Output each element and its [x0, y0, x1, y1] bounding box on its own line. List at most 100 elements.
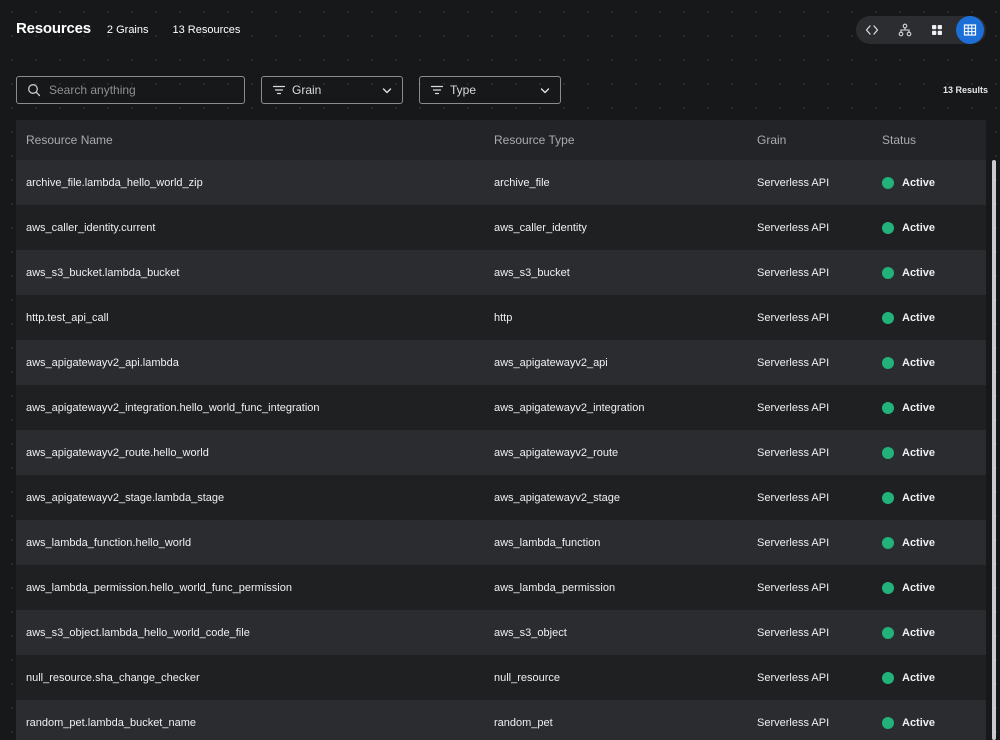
status-dot-icon: [882, 266, 894, 279]
status-dot-icon: [882, 401, 894, 414]
status-cell: Active: [882, 356, 972, 369]
table-row[interactable]: aws_lambda_permission.hello_world_func_p…: [16, 565, 986, 610]
status-badge: Active: [902, 491, 936, 504]
grain-cell: Serverless API: [757, 446, 830, 459]
status-dot-icon: [882, 671, 894, 684]
status-cell: Active: [882, 581, 972, 594]
chevron-down-icon: [382, 88, 392, 94]
status-dot-icon: [882, 176, 894, 189]
table-row[interactable]: aws_apigatewayv2_route.hello_world aws_ap…: [16, 430, 986, 475]
search-box[interactable]: [16, 76, 245, 104]
resource-name-cell: archive_file.lambda_hello_world_zip: [26, 176, 203, 189]
search-input[interactable]: [49, 83, 229, 97]
status-cell: Active: [882, 221, 972, 234]
resource-name-cell: aws_lambda_permission.hello_world_func_p…: [26, 581, 292, 594]
table-row[interactable]: aws_apigatewayv2_integration.hello_world…: [16, 385, 986, 430]
column-header-resource-name[interactable]: Resource Name: [26, 133, 504, 147]
results-count: 13 Results: [942, 85, 988, 95]
grain-cell: Serverless API: [757, 266, 830, 279]
filter-icon: [272, 85, 286, 95]
column-header-resource-type[interactable]: Resource Type: [494, 133, 757, 147]
resource-type-cell: random_pet: [494, 716, 553, 729]
resource-name-cell: http.test_api_call: [26, 311, 109, 324]
status-cell: Active: [882, 401, 972, 414]
status-dot-icon: [882, 221, 894, 234]
grain-cell: Serverless API: [757, 491, 830, 504]
table-icon: [963, 24, 977, 36]
status-badge: Active: [902, 626, 936, 639]
grain-cell: Serverless API: [757, 356, 830, 369]
resource-type-cell: aws_apigatewayv2_route: [494, 446, 619, 459]
status-badge: Active: [902, 401, 936, 414]
status-cell: Active: [882, 671, 972, 684]
status-dot-icon: [882, 311, 894, 324]
grain-filter-dropdown[interactable]: Grain: [261, 76, 403, 104]
resource-type-cell: aws_apigatewayv2_api: [494, 356, 608, 369]
column-header-grain[interactable]: Grain: [757, 133, 882, 147]
grain-cell: Serverless API: [757, 176, 830, 189]
grid-view-button[interactable]: [923, 16, 951, 44]
page-title: Resources: [16, 20, 91, 37]
status-cell: Active: [882, 626, 972, 639]
resource-type-cell: aws_lambda_function: [494, 536, 601, 549]
resource-name-cell: aws_lambda_function.hello_world: [26, 536, 192, 549]
resource-type-cell: aws_lambda_permission: [494, 581, 616, 594]
resources-count: 13 Resources: [172, 24, 241, 36]
code-view-button[interactable]: [858, 16, 886, 44]
table-row[interactable]: aws_apigatewayv2_stage.lambda_stage aws_a…: [16, 475, 986, 520]
table-view-button[interactable]: [955, 16, 984, 44]
grain-cell: Serverless API: [757, 671, 830, 684]
code-icon: [865, 25, 879, 35]
resource-type-cell: aws_caller_identity: [494, 221, 587, 234]
status-badge: Active: [902, 221, 936, 234]
status-dot-icon: [882, 356, 894, 369]
table-row[interactable]: http.test_api_call http Serverless API Acti…: [16, 295, 986, 340]
resource-name-cell: aws_apigatewayv2_route.hello_world: [26, 446, 209, 459]
resource-type-cell: aws_s3_bucket: [494, 266, 570, 279]
status-badge: Active: [902, 446, 936, 459]
resource-name-cell: aws_apigatewayv2_api.lambda: [26, 356, 179, 369]
table-row[interactable]: archive_file.lambda_hello_world_zip archi…: [16, 160, 986, 205]
graph-view-button[interactable]: [891, 16, 919, 44]
status-badge: Active: [902, 581, 936, 594]
status-dot-icon: [882, 626, 894, 639]
resource-type-cell: aws_s3_object: [494, 626, 567, 639]
resource-name-cell: aws_caller_identity.current: [26, 221, 156, 234]
status-cell: Active: [882, 716, 972, 729]
table-row[interactable]: aws_s3_bucket.lambda_bucket aws_s3_bucket…: [16, 250, 986, 295]
search-icon: [28, 84, 41, 97]
table-row[interactable]: aws_s3_object.lambda_hello_world_code_fi…: [16, 610, 986, 655]
grain-filter-label: Grain: [292, 83, 322, 97]
column-header-status[interactable]: Status: [882, 133, 972, 147]
resources-table: Resource Name Resource Type Grain Status…: [16, 120, 986, 740]
resource-name-cell: aws_apigatewayv2_integration.hello_world…: [26, 401, 320, 414]
table-row[interactable]: aws_lambda_function.hello_world aws_lambd…: [16, 520, 986, 565]
table-row[interactable]: aws_apigatewayv2_api.lambda aws_apigatewa…: [16, 340, 986, 385]
grains-count: 2 Grains: [106, 24, 149, 36]
table-row[interactable]: null_resource.sha_change_checker null_res…: [16, 655, 986, 700]
grain-cell: Serverless API: [757, 626, 830, 639]
grid-icon: [932, 25, 943, 35]
status-badge: Active: [902, 311, 936, 324]
table-body: archive_file.lambda_hello_world_zip archi…: [16, 160, 986, 740]
resource-type-cell: archive_file: [494, 176, 550, 189]
resource-name-cell: null_resource.sha_change_checker: [26, 671, 200, 684]
table-row[interactable]: aws_caller_identity.current aws_caller_id…: [16, 205, 986, 250]
type-filter-dropdown[interactable]: Type: [419, 76, 561, 104]
page-header: Resources 2 Grains 13 Resources: [16, 20, 264, 40]
filter-icon: [430, 85, 444, 95]
status-dot-icon: [882, 536, 894, 549]
table-row[interactable]: random_pet.lambda_bucket_name random_pet S…: [16, 700, 986, 740]
status-dot-icon: [882, 446, 894, 459]
table-scrollbar[interactable]: [992, 160, 996, 740]
status-cell: Active: [882, 536, 972, 549]
status-dot-icon: [882, 581, 894, 594]
grain-cell: Serverless API: [757, 536, 830, 549]
grain-cell: Serverless API: [757, 311, 830, 324]
resource-name-cell: aws_s3_object.lambda_hello_world_code_fi…: [26, 626, 250, 639]
status-dot-icon: [882, 491, 894, 504]
grain-cell: Serverless API: [757, 581, 830, 594]
status-badge: Active: [902, 176, 936, 189]
status-badge: Active: [902, 266, 936, 279]
status-dot-icon: [882, 716, 894, 729]
